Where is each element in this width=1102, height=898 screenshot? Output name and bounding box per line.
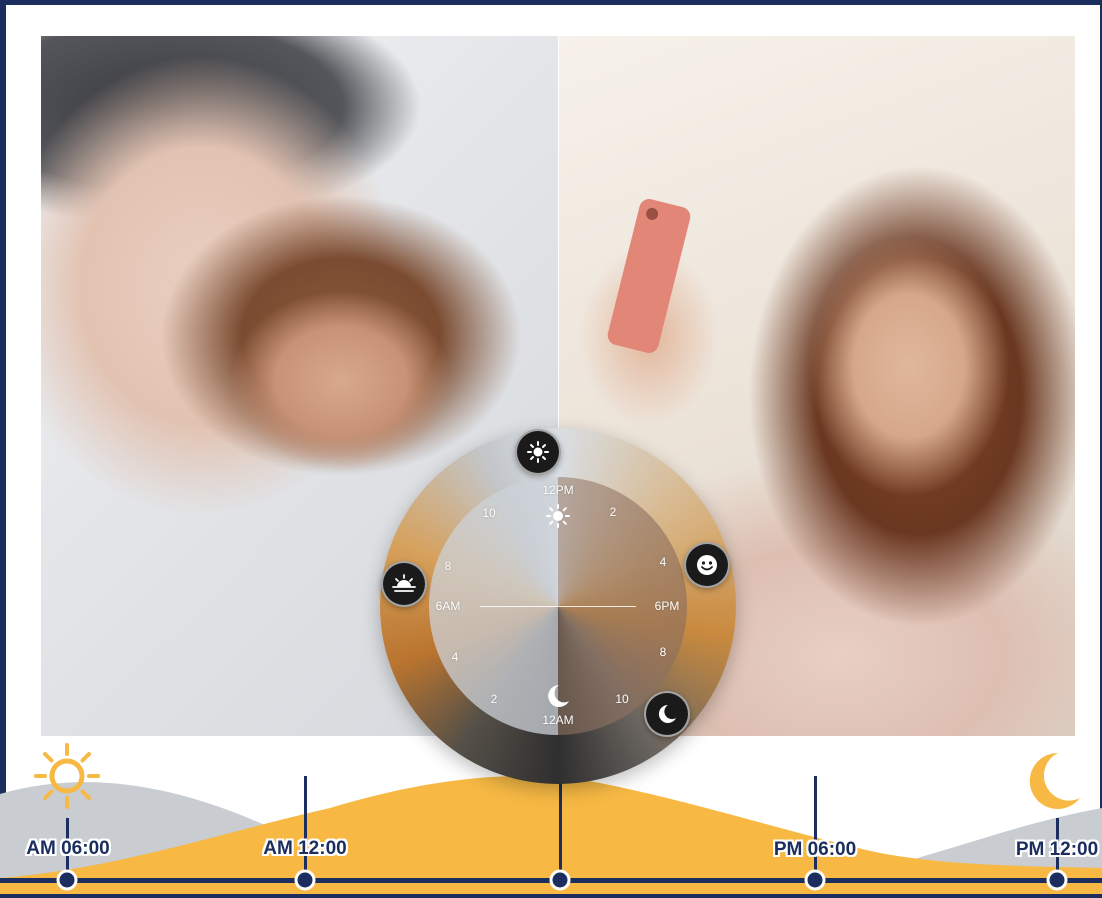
clock-tick-6pm: 6PM [654,599,680,613]
timeline-stem-mid [559,778,562,880]
day-night-clock-dial: 12PM 2 4 6PM 8 10 12AM 2 4 6AM 8 10 [380,428,736,784]
clock-horizontal-axis [480,606,636,607]
clock-tick-6am: 6AM [435,599,461,613]
clock-tick-8-am: 8 [444,559,452,573]
sun-icon [546,504,570,528]
moon-icon [548,685,569,707]
sun-icon [34,743,100,809]
clock-tick-2: 2 [609,505,617,519]
clock-tick-2-am: 2 [490,692,498,706]
timeline-label-pm-0600: PM 06:00 [773,839,857,860]
clock-tick-12pm: 12PM [542,483,574,497]
timeline-label-pm-1200: PM 12:00 [1015,839,1099,860]
frame-bottom-border [0,894,1102,898]
crescent-moon-icon [1029,752,1080,809]
timeline-label-am-1200: AM 12:00 [263,838,347,859]
clock-tick-12am: 12AM [542,713,574,727]
clock-tick-8: 8 [659,645,667,659]
timeline-dot-1 [56,869,78,891]
timeline-stem-3 [814,776,817,880]
timeline-label-am-0600: AM 06:00 [26,838,110,859]
sun-icon [515,429,561,475]
timeline-dot-4 [1046,869,1068,891]
timeline-stem-2 [304,776,307,880]
frame-top-border [0,0,1102,5]
smiley-icon [684,542,730,588]
sunrise-icon [381,561,427,607]
clock-tick-4-am: 4 [451,650,459,664]
timeline-dot-2 [294,869,316,891]
timeline-dot-mid [549,869,571,891]
clock-tick-10: 10 [615,692,629,706]
clock-tick-10-am: 10 [482,506,496,520]
moon-icon [644,691,690,737]
clock-tick-4: 4 [659,555,667,569]
timeline-dot-3 [804,869,826,891]
smartphone-in-photo [605,196,693,356]
